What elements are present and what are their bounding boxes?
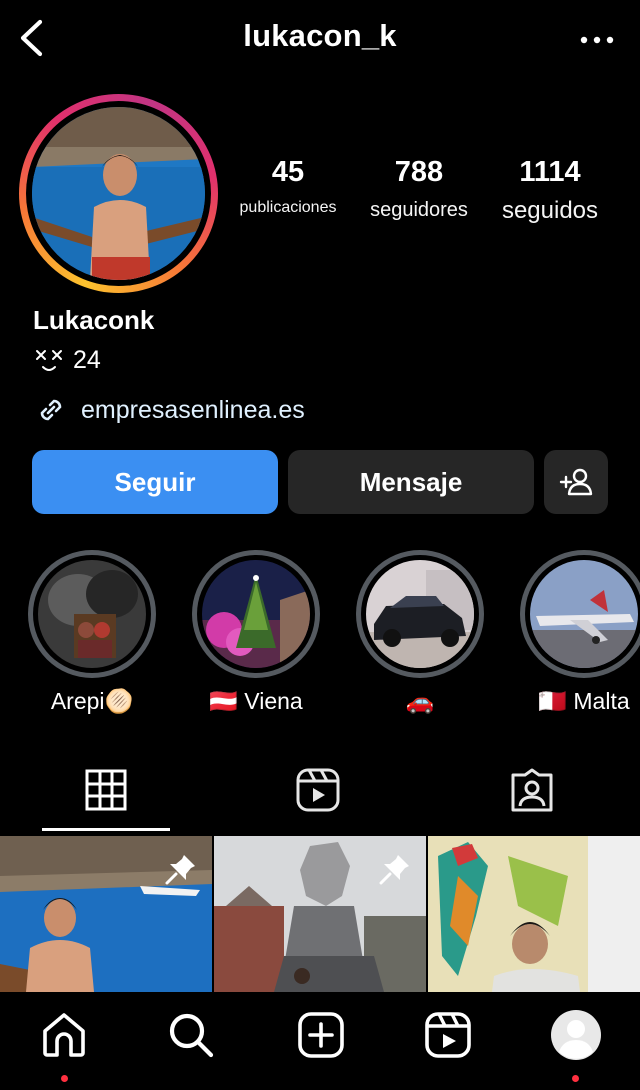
pin-icon	[165, 855, 195, 885]
search-icon	[169, 1013, 214, 1058]
nav-create[interactable]	[296, 1010, 346, 1060]
profile-notification-dot	[572, 1075, 579, 1082]
grid-icon	[85, 769, 127, 811]
top-bar: lukacon_k	[0, 0, 640, 80]
highlight-cover	[530, 560, 638, 668]
stat-posts[interactable]: 45 publicaciones	[228, 156, 348, 217]
highlight-cover	[366, 560, 474, 668]
nav-reels[interactable]	[423, 1010, 473, 1060]
reels-icon	[425, 1012, 471, 1058]
highlight-item[interactable]: 🇲🇹 Malta	[520, 550, 640, 714]
followers-label: seguidores	[370, 199, 468, 221]
profile-avatar[interactable]	[32, 107, 205, 280]
pin-icon	[379, 855, 409, 885]
profile-avatar	[551, 1010, 601, 1060]
highlight-cover	[38, 560, 146, 668]
profile-tabs	[0, 745, 640, 835]
post-thumbnail[interactable]	[428, 836, 640, 992]
bottom-nav-bar	[0, 992, 640, 1090]
posts-count: 45	[271, 156, 305, 188]
tagged-icon	[511, 768, 553, 812]
profile-username: lukacon_k	[243, 18, 397, 53]
nav-home[interactable]	[39, 1010, 89, 1060]
post-thumbnail[interactable]	[0, 836, 212, 992]
home-icon	[43, 1013, 85, 1057]
bio-link[interactable]: empresasenlinea.es	[33, 392, 305, 428]
bio-text: 24	[73, 345, 101, 374]
highlight-item[interactable]: 🇦🇹 Viena	[192, 550, 320, 714]
story-ring[interactable]	[19, 94, 218, 293]
more-horizontal-icon	[580, 36, 614, 44]
message-button[interactable]: Mensaje	[288, 450, 534, 514]
display-name: Lukaconk	[33, 305, 155, 335]
following-label: seguidos	[501, 197, 599, 224]
post-grid	[0, 836, 640, 992]
more-options-button[interactable]	[578, 22, 618, 58]
add-person-icon	[559, 468, 593, 496]
bio-link-text: empresasenlinea.es	[81, 395, 305, 424]
follow-button[interactable]: Seguir	[32, 450, 278, 514]
home-notification-dot	[61, 1075, 68, 1082]
tab-posts[interactable]	[21, 745, 191, 835]
posts-label: publicaciones	[239, 199, 337, 216]
nav-search[interactable]	[166, 1010, 216, 1060]
create-icon	[298, 1012, 344, 1058]
following-count: 1114	[519, 156, 581, 188]
link-icon	[40, 399, 62, 421]
tab-reels[interactable]	[233, 745, 403, 835]
highlight-item[interactable]: 🚗	[356, 550, 484, 714]
suggested-accounts-button[interactable]	[544, 450, 608, 514]
stat-following[interactable]: 1114 seguidos	[490, 156, 610, 225]
followers-count: 788	[394, 156, 444, 188]
highlight-item[interactable]: Arepi🫓	[28, 550, 156, 714]
post-thumbnail[interactable]	[214, 836, 426, 992]
bio: 24	[33, 345, 101, 375]
nav-profile[interactable]	[551, 1010, 601, 1060]
stat-followers[interactable]: 788 seguidores	[358, 156, 480, 222]
dizzy-face-emoji	[36, 350, 62, 371]
active-tab-indicator	[42, 828, 170, 831]
tab-tagged[interactable]	[447, 745, 617, 835]
highlight-cover	[202, 560, 310, 668]
highlight-label: 🇲🇹 Malta	[538, 688, 630, 714]
reels-icon	[296, 768, 340, 812]
